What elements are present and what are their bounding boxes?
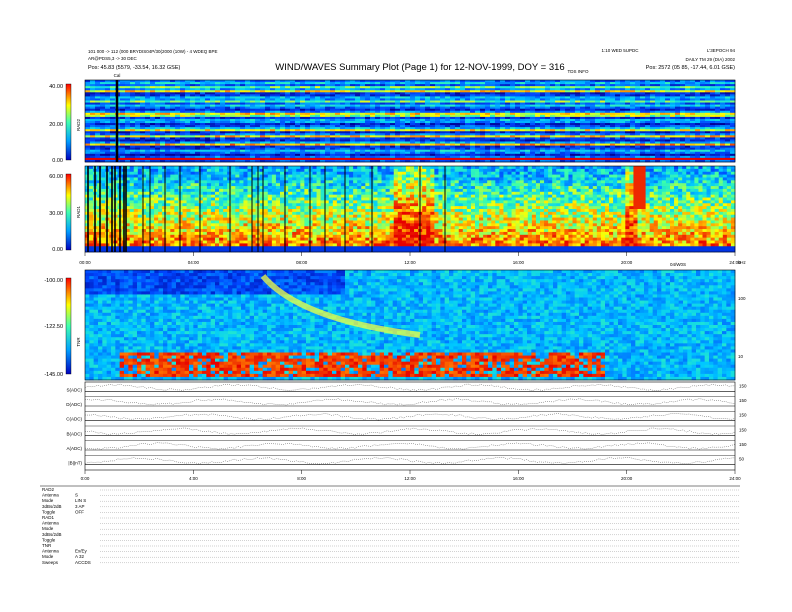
wave-row-label: B(ADC) <box>67 431 83 436</box>
wave-xtick-label: 20:00 <box>621 476 633 481</box>
header-left-line2: AR@PDS5,3 -> 30 DEC <box>88 56 137 61</box>
rad2-panel: RAD2 40.00 20.00 0.00 <box>49 79 736 164</box>
tnr-panel: TNR -100.00 -122.50 -145.00 100 10 kHz <box>44 260 746 381</box>
rad1-xtick-label: 00:00 <box>79 260 91 265</box>
wave-xtick-label: 4:00 <box>189 476 198 481</box>
footer-row-label: Antenna <box>42 493 59 498</box>
footer-row-value: ACCDS <box>75 560 91 565</box>
wave-xtick-label: 8:00 <box>297 476 306 481</box>
rad1-ytick-top: 60.00 <box>49 174 63 180</box>
wave-row-right-tick: 150 <box>739 383 747 388</box>
tnr-right-tick-100: 100 <box>738 296 746 301</box>
rad1-xtick-label: 12:00 <box>404 260 416 265</box>
rad2-colorbar <box>65 83 72 161</box>
footer-row-label: RAD1 <box>42 515 55 520</box>
tnr-ytick-bottom: -145.00 <box>44 372 63 378</box>
wave-row-label: D(ADC) <box>66 402 82 407</box>
footer-row-value: 3 AP <box>75 504 85 509</box>
footer-row-label: Toggle <box>42 509 56 514</box>
wave-xtick-label: 24:00 <box>729 476 741 481</box>
wave-row-label: S(ADC) <box>67 387 83 392</box>
header-left-line1: 101 000 -> 112 (000 BRYDIS04P/30(2000 (1… <box>88 49 218 54</box>
rad1-ytick-bottom: 0.00 <box>52 247 63 253</box>
rad1-xtick-label: 04:00 <box>188 260 200 265</box>
wave-xtick-label: 12:00 <box>404 476 416 481</box>
wave-row-right-tick: 50 <box>739 457 745 462</box>
tnr-ylabel: TNR <box>76 337 81 347</box>
wave-row-right-tick: 150 <box>739 413 747 418</box>
footer-row-label: TNR <box>42 543 52 548</box>
rad2-ytick-top: 40.00 <box>49 84 63 90</box>
footer-row-value: A 32 <box>75 554 85 559</box>
wave-row-label: A(ADC) <box>67 446 83 451</box>
footer-row-label: 3dBs/2dB <box>42 532 62 537</box>
rad2-ytick-mid: 20.00 <box>49 122 63 128</box>
tnr-right-tick-10: 10 <box>738 354 744 359</box>
tnr-ytick-top: -100.00 <box>44 278 63 284</box>
header-right-line2: L'3EPOCH 94 <box>707 48 736 53</box>
footer-row-label: Mode <box>42 498 54 503</box>
wave-row-right-tick: 150 <box>739 427 747 432</box>
footer-row-label: Mode <box>42 554 54 559</box>
header-right-line1: 1:10 WED 5UPDC <box>601 48 639 53</box>
rad1-colorbar <box>65 173 72 251</box>
plot-title: WIND/WAVES Summary Plot (Page 1) for 12-… <box>275 62 564 73</box>
tnr-colorbar <box>65 277 72 375</box>
rad2-ytick-bottom: 0.00 <box>52 158 63 164</box>
wave-row-right-tick: 150 <box>739 398 747 403</box>
footer-row-label: RAD2 <box>42 487 55 492</box>
footer-row-label: Toggle <box>42 537 56 542</box>
rad1-xtick-label: 08:00 <box>296 260 308 265</box>
rad1-ylabel: RAD1 <box>76 206 81 219</box>
footer-row-label: Antenna <box>42 549 59 554</box>
summary-figure: WIND/WAVES Summary Plot (Page 1) for 12-… <box>40 48 747 565</box>
wave-row-right-tick: 150 <box>739 442 747 447</box>
cal-marker-label: Cal <box>114 73 121 78</box>
wave-panel: S(ADC) 150 D(ADC) 150 C(ADC) 150 B(ADC) 150 A(AD… <box>66 381 747 481</box>
footer-row-label: 3dBs/2dB <box>42 504 62 509</box>
rad1-xtick-label: 16:00 <box>513 260 525 265</box>
rad1-ytick-mid: 30.00 <box>49 211 63 217</box>
footer-row-value: LIN S <box>75 498 86 503</box>
tnr-right-unit: kHz <box>738 260 746 265</box>
footer-row-value: OFF <box>75 509 84 514</box>
footer-row-value: Ex/Ey <box>75 549 88 554</box>
rad1-x-extra-label: 04/W0S <box>670 262 686 267</box>
wave-row-label: |B|(nT) <box>68 461 82 466</box>
footer-row-value: S <box>75 493 78 498</box>
rad2-ylabel: RAD2 <box>76 119 81 132</box>
tds-info-label: TDS INFO <box>568 69 589 74</box>
rad1-xtick-label: 20:00 <box>621 260 633 265</box>
footer-row-label: Antenna <box>42 521 59 526</box>
header-left-pos: Pos: 45.83 (5579, -33.54, 16.32 GSE) <box>88 65 181 71</box>
wave-xtick-label: 0:00 <box>81 476 90 481</box>
header-right-line3: DAILY TM 29 (DIA) 2002 <box>685 57 735 62</box>
footer-settings: RAD2Antenna SMode LIN S3dBs/2dB 3 APToggle O… <box>40 485 740 565</box>
footer-row-label: Mode <box>42 526 54 531</box>
footer-row-label: Sweeps <box>42 560 59 565</box>
tnr-ytick-mid: -122.50 <box>44 324 63 330</box>
header-right-pos: Pos: 2572 (05 85, -17.44, 6.01 GSE) <box>646 65 735 71</box>
wave-row-label: C(ADC) <box>66 417 82 422</box>
rad1-panel: RAD1 60.00 30.00 0.00 00:00 04:00 08:00 12:… <box>49 165 741 267</box>
wave-xtick-label: 16:00 <box>513 476 525 481</box>
